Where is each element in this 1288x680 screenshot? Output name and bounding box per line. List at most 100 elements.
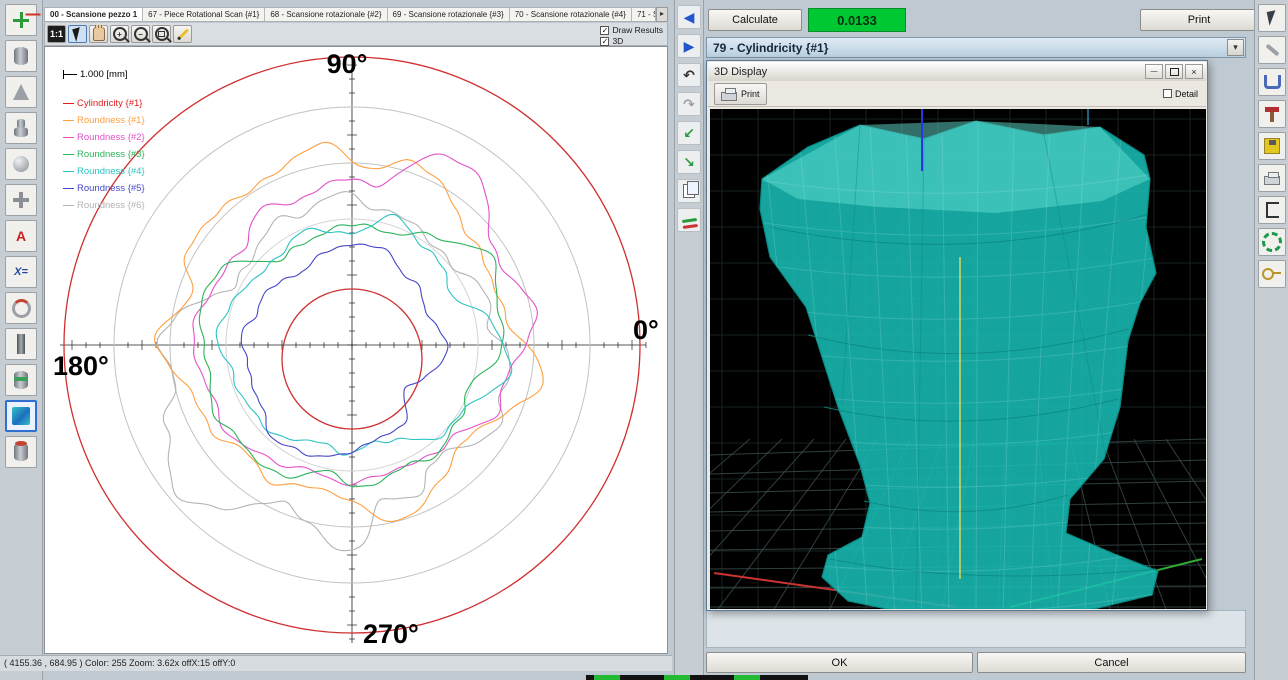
legend-label: Roundness {#3} <box>77 149 145 160</box>
key-icon[interactable] <box>1258 260 1286 288</box>
scale-1to1-button[interactable]: 1:1 <box>47 25 66 43</box>
axis-system-icon[interactable] <box>5 4 37 36</box>
tab-rotational-scan-2[interactable]: 68 - Scansione rotazionale {#2} <box>265 8 387 21</box>
label-feature-icon[interactable]: A <box>5 220 37 252</box>
zoom-in-button[interactable]: + <box>110 25 129 43</box>
tab-rotational-scan-1[interactable]: 67 - Piece Rotational Scan {#1} <box>143 8 265 21</box>
undo-button[interactable]: ↶ <box>677 63 701 87</box>
print-label: Print <box>1188 14 1211 26</box>
import-right-button[interactable]: ↘ <box>677 150 701 174</box>
profile-wave-button[interactable] <box>677 208 701 232</box>
green-arrow-left-icon: ↙ <box>683 125 695 142</box>
legend-swatch <box>63 171 74 172</box>
select-cursor-button[interactable] <box>68 25 87 43</box>
cross-feature-icon[interactable] <box>5 184 37 216</box>
legend-label: Roundness {#4} <box>77 166 145 177</box>
zoom-window-button[interactable] <box>152 25 171 43</box>
clamp-glyph <box>1264 75 1281 89</box>
dialog-print-label: Print <box>741 89 760 99</box>
feature-dropdown-button[interactable]: ▾ <box>1227 39 1244 56</box>
import-left-button[interactable]: ↙ <box>677 121 701 145</box>
measure-pencil-button[interactable] <box>173 25 192 43</box>
close-button[interactable]: × <box>1185 64 1203 79</box>
maximize-button[interactable] <box>1165 64 1183 79</box>
result-value: 0.0133 <box>837 13 877 28</box>
bore-feature-icon[interactable] <box>5 436 37 468</box>
back-button[interactable]: ◀ <box>677 5 701 29</box>
redo-button[interactable]: ↷ <box>677 92 701 116</box>
cancel-button[interactable]: Cancel <box>977 652 1246 673</box>
tab-scansione-pezzo[interactable]: 00 - Scansione pezzo 1 <box>45 8 143 21</box>
print-button[interactable]: Print <box>1140 9 1258 31</box>
application-window: A X= 00 - Scansione pezzo 1 67 - Piece R… <box>0 0 1288 680</box>
dialog-titlebar[interactable]: 3D Display — × <box>708 62 1206 81</box>
right-tools-toolbar <box>1254 0 1288 680</box>
dialog-print-button[interactable]: Print <box>714 83 767 105</box>
legend-scale: 1.000 [mm] <box>63 67 128 81</box>
formula-feature-icon[interactable]: X= <box>5 256 37 288</box>
legend-label: Roundness {#5} <box>77 183 145 194</box>
circle-feature-icon[interactable] <box>5 292 37 324</box>
calculate-button[interactable]: Calculate <box>708 9 802 31</box>
plus-glyph: + <box>117 30 122 39</box>
cancel-label: Cancel <box>1094 657 1128 669</box>
rect-glyph <box>158 31 165 37</box>
stud-feature-icon[interactable] <box>5 112 37 144</box>
3d-checkbox[interactable]: ✓ <box>600 37 609 46</box>
pan-hand-button[interactable] <box>89 25 108 43</box>
printer-tool-icon[interactable] <box>1258 164 1286 192</box>
feature-title: 79 - Cylindricity {#1} <box>713 41 828 55</box>
dialog-toolbar: Print Detail <box>708 81 1206 107</box>
close-icon: × <box>1191 67 1196 77</box>
pointer-glyph <box>1266 10 1278 26</box>
rotational-scan-icon[interactable] <box>5 400 37 432</box>
shaft-feature-icon[interactable] <box>5 328 37 360</box>
legend-item: Roundness {#1} <box>63 112 145 129</box>
wrench-tool-icon[interactable] <box>1258 36 1286 64</box>
forward-button[interactable]: ▶ <box>677 34 701 58</box>
scale-bracket-icon <box>63 70 77 79</box>
minimize-button[interactable]: — <box>1145 64 1163 79</box>
detail-checkbox[interactable] <box>1163 89 1172 98</box>
wave-icon <box>681 217 696 222</box>
hammer-tool-icon[interactable] <box>1258 100 1286 128</box>
angle-label-90: 90° <box>317 49 377 80</box>
cone-feature-icon[interactable] <box>5 76 37 108</box>
legend-item: Roundness {#6} <box>63 197 145 214</box>
fixture-tool-icon[interactable] <box>1258 196 1286 224</box>
gear-icon[interactable] <box>1258 228 1286 256</box>
zoom-window-icon <box>155 27 169 41</box>
result-panel-background <box>706 610 1246 648</box>
window-controls: — × <box>1143 64 1203 79</box>
draw-results-checkbox[interactable]: ✓ <box>600 26 609 35</box>
scan-tabstrip: 00 - Scansione pezzo 1 67 - Piece Rotati… <box>44 7 656 22</box>
stud-glyph <box>14 127 28 137</box>
save-icon[interactable] <box>1258 132 1286 160</box>
polar-plot-canvas[interactable]: 90° 0° 180° 270° 1.000 [mm] Cylindricity… <box>44 46 668 654</box>
printer-glyph <box>1264 176 1280 185</box>
forward-icon: ▶ <box>684 38 695 55</box>
sphere-feature-icon[interactable] <box>5 148 37 180</box>
legend-item: Roundness {#2} <box>63 129 145 146</box>
tab-rotational-scan-4[interactable]: 70 - Scansione rotazionale {#4} <box>510 8 632 21</box>
clamp-tool-icon[interactable] <box>1258 68 1286 96</box>
tab-rotational-scan-3[interactable]: 69 - Scansione rotazionale {#3} <box>388 8 510 21</box>
copy-button[interactable] <box>677 179 701 203</box>
middle-toolbar: ◀ ▶ ↶ ↷ ↙ ↘ <box>674 0 704 680</box>
axis-glyph <box>13 12 29 28</box>
gear-glyph <box>1262 232 1282 252</box>
tab-scroll-button[interactable]: ▸ <box>656 7 668 22</box>
legend-swatch <box>63 154 74 155</box>
banded-cylinder-icon[interactable] <box>5 364 37 396</box>
feature-selector[interactable]: 79 - Cylindricity {#1} ▾ <box>706 37 1246 58</box>
pencil-icon <box>176 28 188 40</box>
formula-icon: X= <box>14 266 28 278</box>
cursor-icon <box>72 27 84 42</box>
zoom-out-button[interactable]: − <box>131 25 150 43</box>
green-arrow-right-icon: ↘ <box>683 154 695 171</box>
tab-rotational-scan-5[interactable]: 71 - Scansione rotazionale <box>632 8 656 21</box>
ok-button[interactable]: OK <box>706 652 973 673</box>
3d-viewport[interactable] <box>710 109 1206 609</box>
cylinder-feature-icon[interactable] <box>5 40 37 72</box>
probe-pointer-icon[interactable] <box>1258 4 1286 32</box>
